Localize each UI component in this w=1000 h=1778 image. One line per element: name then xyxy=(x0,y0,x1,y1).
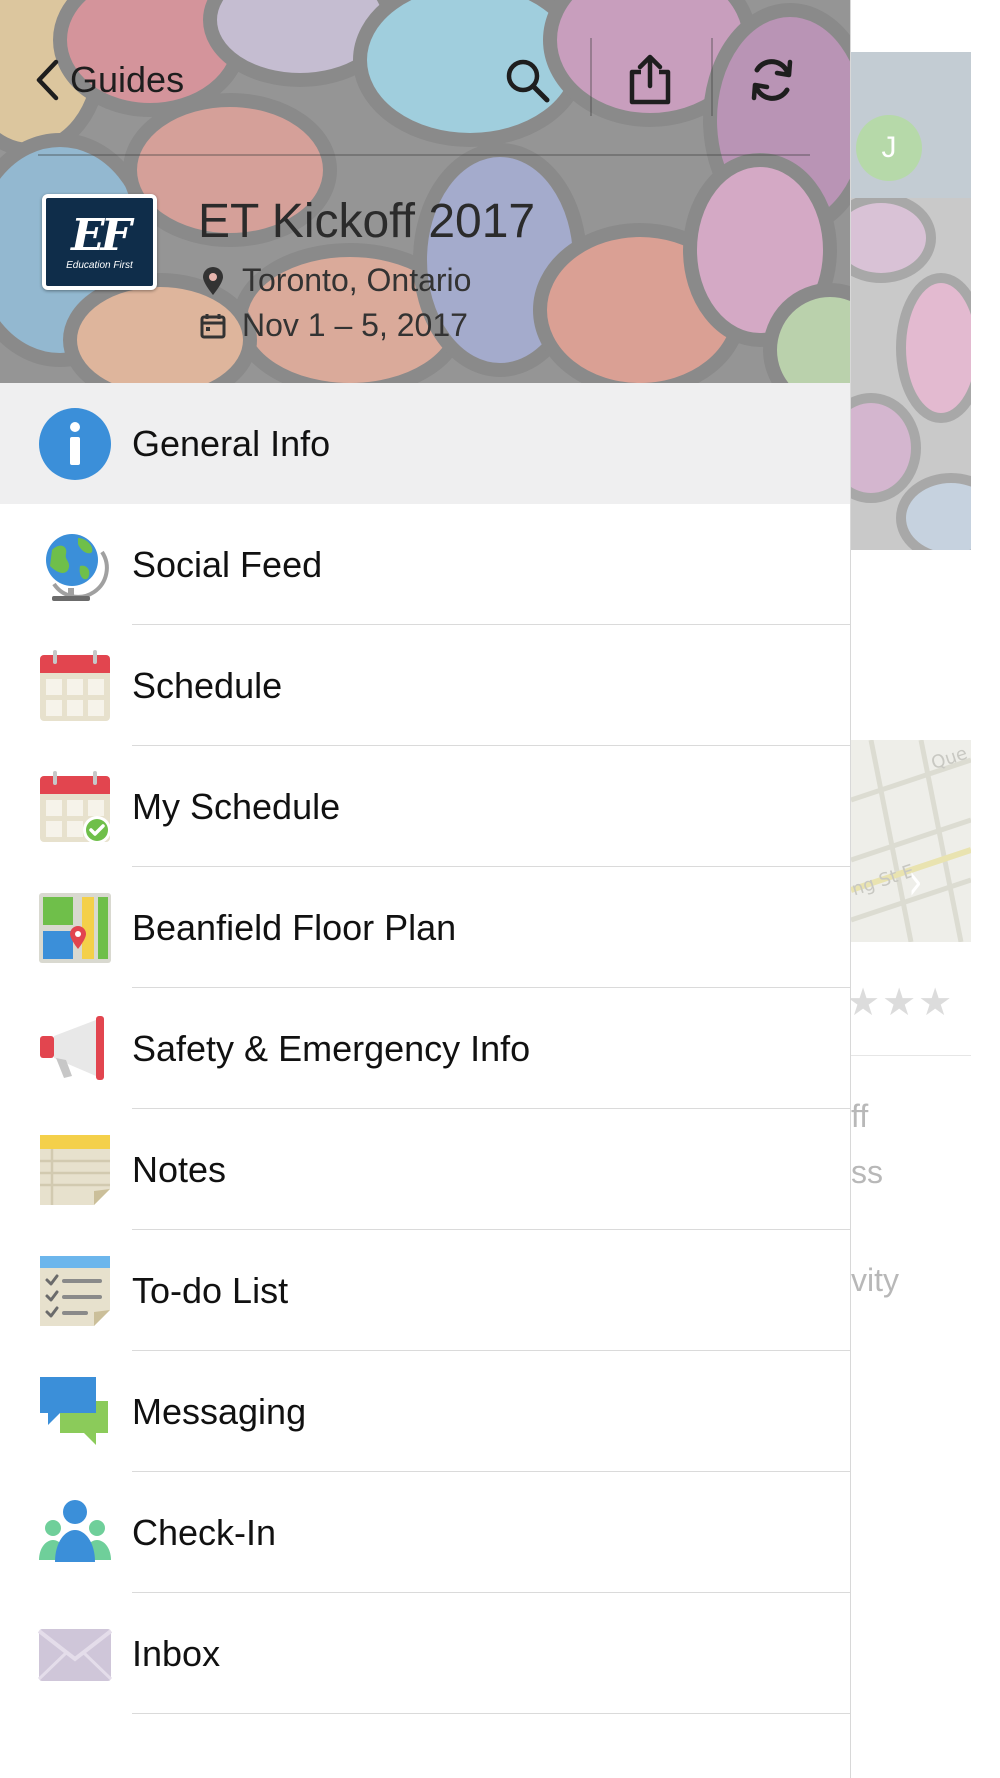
map-icon xyxy=(39,893,111,963)
nav-bar: Guides xyxy=(0,30,850,130)
calendar-check-icon xyxy=(40,771,111,844)
menu-item-label: Inbox xyxy=(132,1633,221,1674)
divider xyxy=(851,1055,971,1056)
logo-subtext: Education First xyxy=(66,259,133,271)
header-divider xyxy=(38,154,810,156)
chevron-right-icon[interactable]: › xyxy=(908,852,923,912)
calendar-icon xyxy=(40,650,110,721)
chevron-left-icon xyxy=(36,59,59,101)
menu-item-label: Schedule xyxy=(132,665,283,706)
chat-bubbles-icon xyxy=(40,1377,108,1445)
menu-item-label: Notes xyxy=(132,1149,227,1190)
menu-item-label: Beanfield Floor Plan xyxy=(132,907,457,948)
refresh-button[interactable] xyxy=(737,48,807,112)
menu-item-label: Social Feed xyxy=(132,544,323,585)
people-icon xyxy=(39,1500,111,1562)
logo-mark: EF xyxy=(71,209,132,261)
menu-item-label: General Info xyxy=(132,423,331,464)
back-button-label: Guides xyxy=(70,59,185,100)
menu-item-label: Safety & Emergency Info xyxy=(132,1028,531,1069)
drawer-menu: General Info Social Feed Schedule My Sch… xyxy=(0,383,850,1714)
text-fragment: ff xyxy=(851,1098,869,1134)
event-location: Toronto, Ontario xyxy=(200,262,471,299)
background-banner xyxy=(851,198,971,550)
checklist-icon xyxy=(40,1256,110,1326)
menu-item-label: To-do List xyxy=(132,1270,289,1311)
avatar[interactable]: J xyxy=(856,115,922,181)
divider xyxy=(132,1713,850,1714)
back-button[interactable]: Guides xyxy=(34,50,184,110)
drawer-header: Guides EF Education First ET Kickoff 201… xyxy=(0,0,850,383)
menu-item-inbox[interactable]: Inbox xyxy=(0,1593,850,1714)
event-location-text: Toronto, Ontario xyxy=(242,262,472,298)
menu-item-floor-plan[interactable]: Beanfield Floor Plan xyxy=(0,867,850,988)
share-button[interactable] xyxy=(615,48,685,112)
menu-item-general-info[interactable]: General Info xyxy=(0,383,850,504)
nav-separator xyxy=(711,38,713,116)
menu-item-label: My Schedule xyxy=(132,786,341,827)
menu-item-label: Messaging xyxy=(132,1391,307,1432)
search-button[interactable] xyxy=(492,48,562,112)
info-icon xyxy=(39,408,111,480)
menu-item-label: Check-In xyxy=(132,1512,277,1553)
menu-item-messaging[interactable]: Messaging xyxy=(0,1351,850,1472)
share-icon xyxy=(629,54,671,105)
menu-item-schedule[interactable]: Schedule xyxy=(0,625,850,746)
side-drawer: Guides EF Education First ET Kickoff 201… xyxy=(0,0,851,1778)
menu-item-safety[interactable]: Safety & Emergency Info xyxy=(0,988,850,1109)
event-dates-text: Nov 1 – 5, 2017 xyxy=(242,307,468,343)
menu-item-todo[interactable]: To-do List xyxy=(0,1230,850,1351)
event-dates: Nov 1 – 5, 2017 xyxy=(200,307,468,344)
megaphone-icon xyxy=(40,1016,104,1080)
location-pin-icon xyxy=(203,266,223,295)
envelope-icon xyxy=(38,1629,112,1681)
text-fragment: ss xyxy=(851,1154,883,1190)
menu-item-notes[interactable]: Notes xyxy=(0,1109,850,1230)
menu-item-check-in[interactable]: Check-In xyxy=(0,1472,850,1593)
text-fragment: vity xyxy=(851,1262,899,1298)
menu-item-my-schedule[interactable]: My Schedule xyxy=(0,746,850,867)
calendar-small-icon xyxy=(200,313,226,338)
notepad-icon xyxy=(40,1135,110,1205)
event-logo: EF Education First xyxy=(42,194,157,290)
refresh-icon xyxy=(751,59,793,101)
search-icon xyxy=(506,59,550,103)
globe-icon xyxy=(46,534,109,601)
nav-separator xyxy=(590,38,592,116)
menu-item-social-feed[interactable]: Social Feed xyxy=(0,504,850,625)
event-title: ET Kickoff 2017 xyxy=(198,195,536,248)
rating-stars[interactable]: ★★★ xyxy=(846,980,954,1024)
